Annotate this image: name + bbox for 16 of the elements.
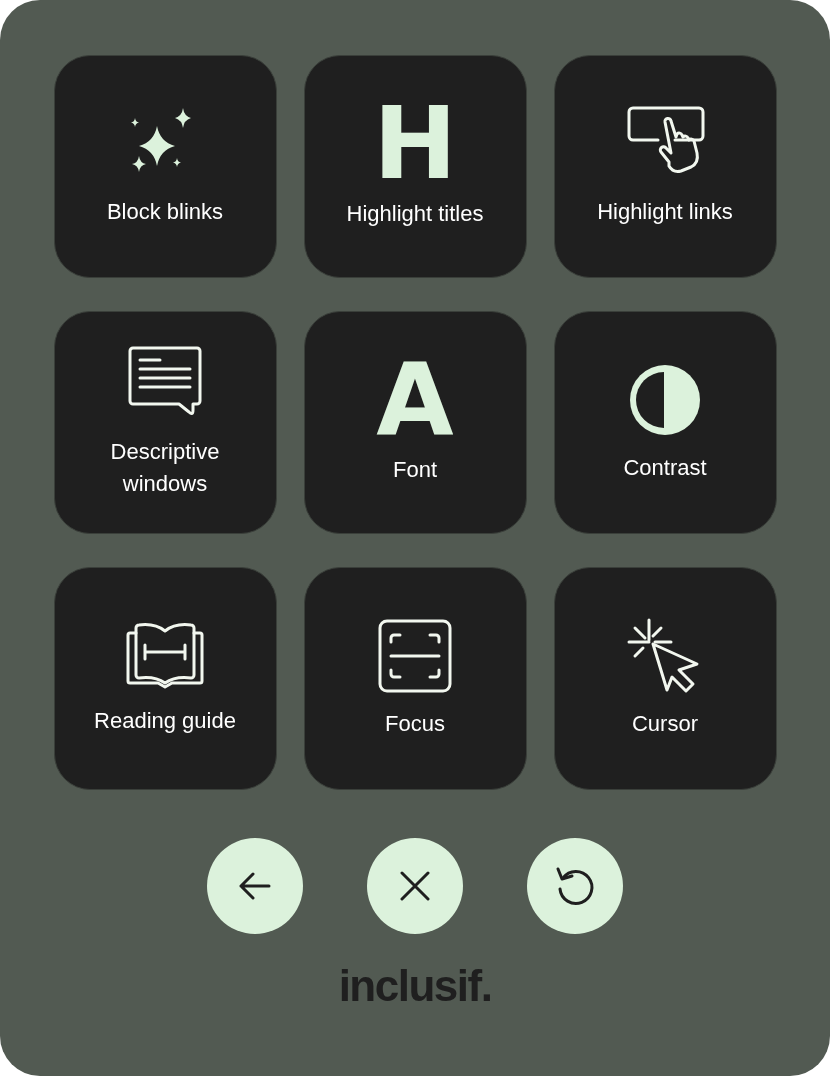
letter-icon: H [373, 103, 457, 184]
feature-tile[interactable]: Cursor [553, 567, 777, 790]
feature-tile[interactable]: Descriptive windows [53, 311, 277, 534]
close-icon [400, 871, 430, 901]
open-book-icon [125, 620, 205, 691]
feature-tile[interactable]: H Highlight titles [303, 55, 527, 278]
feature-tile[interactable]: Highlight links [553, 55, 777, 278]
feature-tile[interactable]: A Font [303, 311, 527, 534]
feature-tile[interactable]: Reading guide [53, 567, 277, 790]
reset-icon [554, 865, 596, 907]
focus-frame-icon [377, 617, 453, 694]
feature-tile[interactable]: Focus [303, 567, 527, 790]
feature-tile[interactable]: Block blinks [53, 55, 277, 278]
feature-tile[interactable]: Contrast [553, 311, 777, 534]
letter-icon: A [376, 359, 454, 440]
brand-logo: inclusif. [338, 964, 492, 1008]
